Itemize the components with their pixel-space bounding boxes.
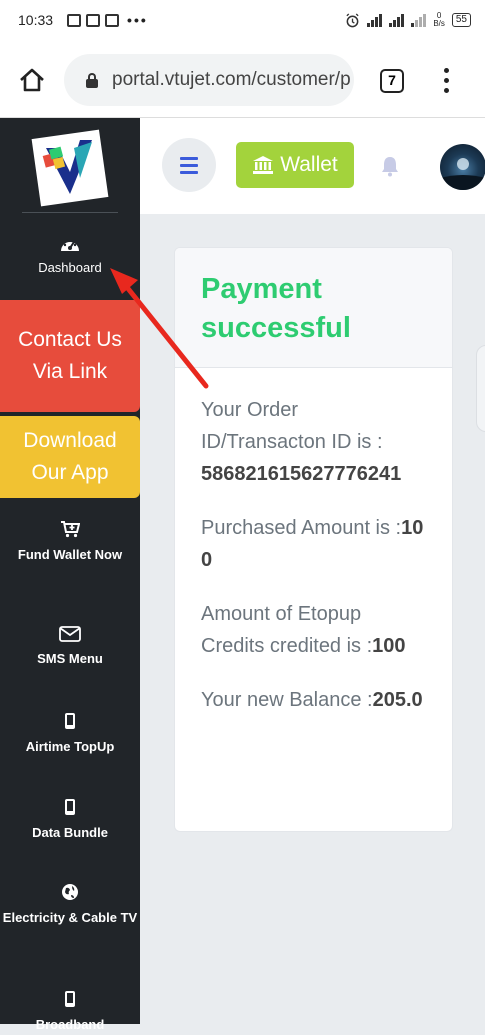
sidebar-item-airtime[interactable]: Airtime TopUp (0, 712, 140, 757)
message-icon (67, 13, 82, 27)
card-header: Payment successful (175, 248, 452, 368)
payment-result-card: Payment successful Your Order ID/Transac… (174, 247, 453, 832)
credited-amount-label: Amount of Etopup Credits credited is : (201, 603, 373, 657)
status-time: 10:33 (18, 12, 54, 28)
network-speed: 0 B/s (433, 12, 445, 28)
sidebar-item-label: Data Bundle (32, 825, 108, 840)
hamburger-menu-icon[interactable] (162, 138, 216, 192)
sidebar: Dashboard Contact Us Via Link Download O… (0, 118, 140, 1032)
cart-plus-icon (61, 521, 80, 538)
bank-icon (253, 156, 274, 174)
side-panel-handle[interactable] (476, 345, 485, 432)
overflow-menu-icon[interactable] (440, 68, 452, 96)
sidebar-item-broadband[interactable]: Broadband (0, 990, 140, 1035)
sidebar-item-dashboard[interactable]: Dashboard (0, 236, 140, 275)
sidebar-item-electricity[interactable]: Electricity & Cable TV (0, 883, 140, 928)
mobile-icon (65, 991, 75, 1007)
more-notifications-icon: ••• (127, 12, 148, 28)
contact-us-button[interactable]: Contact Us Via Link (0, 300, 140, 412)
mobile-icon (65, 713, 75, 729)
home-icon[interactable] (18, 66, 46, 94)
credited-amount-line: Amount of Etopup Credits credited is :10… (201, 598, 426, 662)
image-icon (86, 13, 101, 27)
browser-toolbar: portal.vtujet.com/customer/p 7 (0, 40, 485, 118)
mobile-icon (65, 799, 75, 815)
notification-icons (67, 13, 120, 27)
user-avatar[interactable] (440, 144, 485, 190)
lock-icon (86, 72, 98, 88)
tab-switcher-button[interactable]: 7 (380, 69, 404, 93)
download-app-button[interactable]: Download Our App (0, 416, 140, 498)
order-id-line: Your Order ID/Transacton ID is : 58682161… (201, 394, 426, 490)
signal-icon (367, 13, 383, 27)
tachometer-icon (61, 239, 79, 251)
purchased-amount-label: Purchased Amount is : (201, 517, 402, 539)
avatar-image (440, 158, 485, 190)
sidebar-item-label: Airtime TopUp (25, 739, 115, 754)
sidebar-item-data-bundle[interactable]: Data Bundle (0, 798, 140, 843)
new-balance-label: Your new Balance : (201, 689, 373, 711)
credited-amount-value: 100 (372, 635, 406, 657)
purchased-amount-line: Purchased Amount is :100 (201, 512, 426, 576)
globe-icon (62, 884, 78, 900)
network-speed-unit: B/s (433, 19, 445, 28)
sidebar-item-label: SMS Menu (37, 651, 103, 666)
system-icons: 0 B/s 55 (345, 12, 471, 28)
bell-icon[interactable] (380, 155, 400, 177)
sidebar-item-sms[interactable]: SMS Menu (0, 626, 140, 669)
sidebar-item-fund-wallet[interactable]: Fund Wallet Now (0, 520, 140, 565)
address-bar[interactable]: portal.vtujet.com/customer/p (64, 54, 354, 106)
sidebar-divider (22, 212, 118, 213)
order-id-value: 586821615627776241 (201, 463, 402, 485)
payment-success-title: Payment successful (201, 273, 351, 344)
wallet-button[interactable]: Wallet (236, 142, 354, 188)
sidebar-item-label: Broadband (35, 1017, 105, 1032)
gmail-icon (105, 13, 120, 27)
signal-icon-2 (389, 13, 405, 27)
alarm-icon (346, 12, 359, 27)
wallet-label: Wallet (280, 153, 338, 176)
sidebar-item-label: Fund Wallet Now (17, 547, 123, 562)
sidebar-item-label: Dashboard (38, 260, 102, 275)
signal-icon-3 (411, 13, 427, 27)
new-balance-line: Your new Balance :205.0 (201, 684, 426, 716)
top-header: Wallet (140, 118, 485, 214)
order-id-label: Your Order ID/Transacton ID is : (201, 399, 383, 453)
status-bar: 10:33 ••• 0 B/s 55 (0, 0, 485, 40)
sidebar-item-label: Electricity & Cable TV (2, 910, 138, 925)
envelope-icon (59, 626, 81, 642)
url-text: portal.vtujet.com/customer/p (112, 69, 351, 90)
app-logo[interactable] (30, 128, 110, 208)
card-body: Your Order ID/Transacton ID is : 58682161… (175, 368, 452, 716)
battery-icon: 55 (451, 13, 471, 27)
new-balance-value: 205.0 (372, 689, 423, 711)
